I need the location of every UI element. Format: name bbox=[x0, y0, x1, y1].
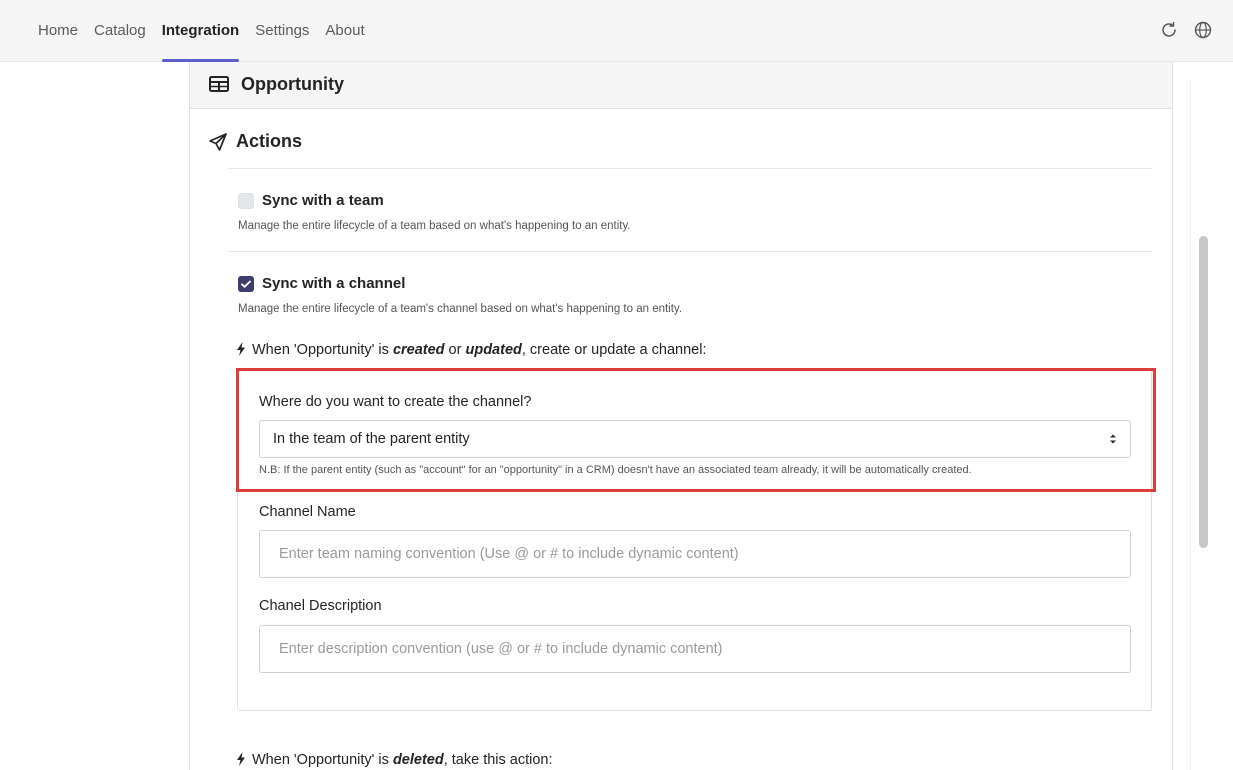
tab-settings[interactable]: Settings bbox=[255, 0, 309, 62]
refresh-icon[interactable] bbox=[1159, 20, 1179, 40]
sync-channel-label[interactable]: Sync with a channel bbox=[262, 275, 405, 292]
top-navigation-bar: Home Catalog Integration Settings About bbox=[0, 0, 1233, 62]
channel-description-input[interactable]: Enter description convention (use @ or #… bbox=[259, 625, 1131, 673]
divider bbox=[228, 168, 1152, 169]
main-content: Opportunity Actions Sync with a team Man… bbox=[0, 62, 1233, 770]
divider bbox=[228, 251, 1152, 252]
table-icon bbox=[209, 76, 229, 92]
globe-icon[interactable] bbox=[1193, 20, 1213, 40]
sync-channel-checkbox[interactable] bbox=[238, 276, 254, 292]
trigger-delete-text: When 'Opportunity' is deleted, take this… bbox=[236, 752, 553, 768]
trigger-update-text: When 'Opportunity' is created or updated… bbox=[236, 342, 706, 358]
sync-channel-description: Manage the entire lifecycle of a team's … bbox=[238, 303, 683, 315]
tab-about[interactable]: About bbox=[325, 0, 364, 62]
entity-title: Opportunity bbox=[241, 74, 344, 94]
nav-tabs: Home Catalog Integration Settings About bbox=[38, 0, 365, 62]
actions-heading: Actions bbox=[236, 131, 303, 151]
channel-description-label: Chanel Description bbox=[259, 598, 382, 614]
highlight-box bbox=[236, 368, 1156, 492]
checkmark-icon bbox=[241, 280, 251, 288]
channel-name-input[interactable]: Enter team naming convention (Use @ or #… bbox=[259, 530, 1131, 578]
entity-header[interactable]: Opportunity bbox=[189, 62, 1173, 109]
tab-home[interactable]: Home bbox=[38, 0, 78, 62]
sync-team-label[interactable]: Sync with a team bbox=[262, 192, 384, 209]
channel-name-label: Channel Name bbox=[259, 504, 356, 520]
lightning-icon bbox=[237, 752, 245, 766]
sync-team-checkbox[interactable] bbox=[238, 193, 254, 209]
paper-plane-icon bbox=[208, 132, 228, 152]
tab-integration[interactable]: Integration bbox=[161, 0, 239, 62]
top-icons bbox=[1159, 20, 1213, 40]
sync-team-description: Manage the entire lifecycle of a team ba… bbox=[238, 220, 631, 232]
tab-catalog[interactable]: Catalog bbox=[94, 0, 146, 62]
scrollbar-thumb[interactable] bbox=[1199, 236, 1208, 548]
lightning-icon bbox=[237, 342, 245, 356]
